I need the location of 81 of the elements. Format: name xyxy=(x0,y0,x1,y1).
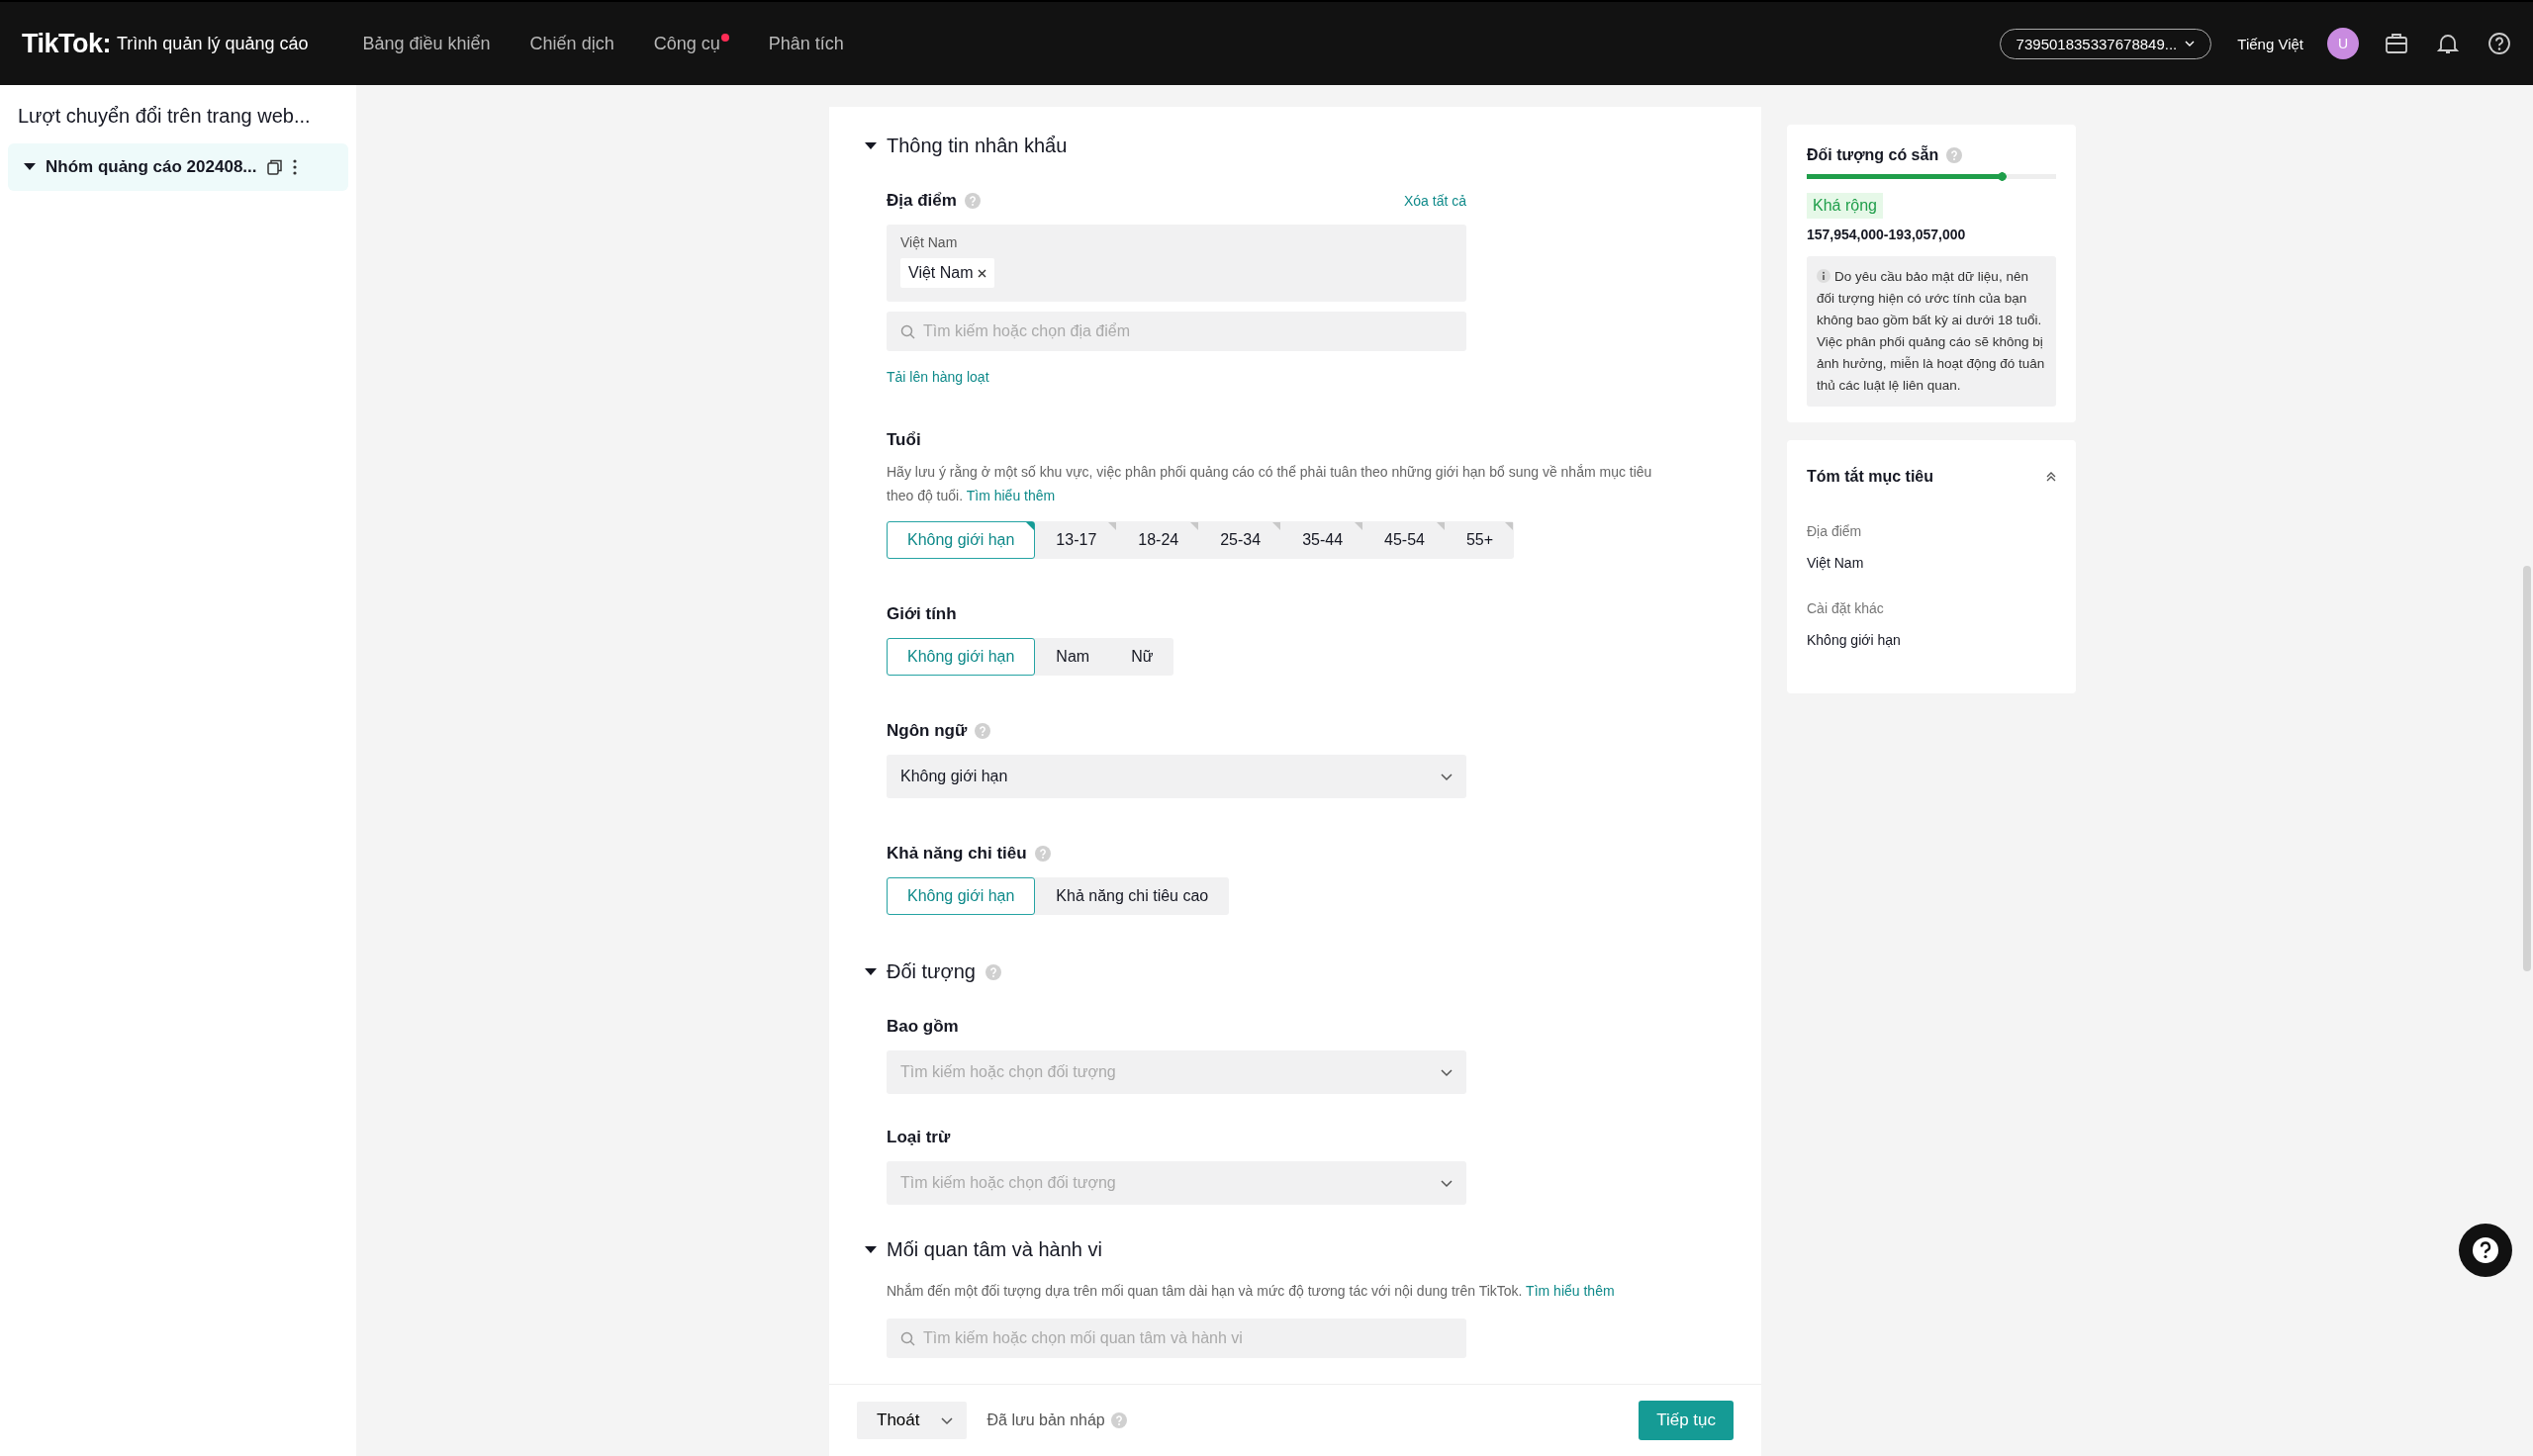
search-icon xyxy=(900,323,915,339)
option-button[interactable]: 18-24 xyxy=(1117,521,1200,559)
field-label: Khả năng chi tiêu xyxy=(887,844,1027,864)
language-select[interactable]: Không giới hạn xyxy=(887,755,1466,798)
help-icon xyxy=(1946,147,1963,163)
field-label: Giới tính xyxy=(887,604,957,624)
product-name: Trình quản lý quảng cáo xyxy=(117,33,309,54)
bulk-upload-link[interactable]: Tải lên hàng loạt xyxy=(887,369,1726,385)
help-icon xyxy=(1110,1412,1127,1428)
chevron-down-icon xyxy=(2185,40,2196,47)
language-selector[interactable]: Tiếng Việt xyxy=(2237,35,2303,52)
summary-label: Cài đặt khác xyxy=(1807,600,1885,616)
learn-more-link[interactable]: Tìm hiểu thêm xyxy=(1526,1283,1615,1299)
option-button[interactable]: Không giới hạn xyxy=(887,521,1036,559)
close-icon xyxy=(977,268,986,278)
field-label: Loại trừ xyxy=(887,1128,951,1147)
section-title: Đối tượng xyxy=(887,960,976,983)
selected-locations-box: Việt Nam Việt Nam xyxy=(887,225,1466,302)
search-icon xyxy=(900,1330,915,1346)
field-label: Địa điểm xyxy=(887,191,957,211)
ad-group-item[interactable]: Nhóm quảng cáo 202408... xyxy=(8,143,348,191)
chevron-down-icon xyxy=(1441,1067,1453,1077)
option-button[interactable]: 45-54 xyxy=(1363,521,1446,559)
summary-value: Việt Nam xyxy=(1807,555,1865,571)
learn-more-link[interactable]: Tìm hiểu thêm xyxy=(966,488,1056,503)
card-title: Tóm tắt mục tiêu xyxy=(1807,468,1933,486)
corner-mark-icon xyxy=(1436,522,1445,530)
more-icon xyxy=(292,159,297,175)
option-button[interactable]: 13-17 xyxy=(1035,521,1118,559)
option-button[interactable]: Khả năng chi tiêu cao xyxy=(1035,877,1230,915)
option-button[interactable]: Không giới hạn xyxy=(887,638,1036,676)
interests-note: Nhắm đến một đối tượng dựa trên mối quan tâm dài hạn và mức độ tương tác với nội dung trên TikTok. Tìm hiểu thêm xyxy=(887,1282,1616,1301)
corner-mark-icon xyxy=(1505,522,1514,530)
chevron-down-icon xyxy=(1441,772,1453,781)
bell-icon xyxy=(2436,32,2460,55)
age-note: Hãy lưu ý rằng ở một số khu vực, việc phân phối quảng cáo có thể phải tuân theo những giới hạn bổ sung về nhắm mục tiêu theo độ tuổi. Tìm hiểu thêm xyxy=(887,463,1653,505)
clear-all-link[interactable]: Xóa tất cả xyxy=(1403,193,1466,209)
nav-item[interactable]: Công cụ xyxy=(653,33,729,54)
campaign-title: Lượt chuyển đổi trên trang web... xyxy=(17,104,312,129)
nav-item[interactable]: Phân tích xyxy=(768,33,844,54)
field-label: Ngôn ngữ xyxy=(887,721,968,741)
summary-value: Không giới hạn xyxy=(1807,632,1902,648)
summary-label: Địa điểm xyxy=(1807,523,1863,539)
collapse-icon[interactable] xyxy=(2046,471,2056,483)
field-label: Tuổi xyxy=(887,430,921,450)
corner-mark-icon xyxy=(1108,522,1117,530)
status-badge: Khá rộng xyxy=(1807,193,1883,219)
copy-icon xyxy=(266,159,283,175)
help-icon xyxy=(1034,846,1051,862)
briefcase-icon xyxy=(2385,32,2408,55)
option-button[interactable]: 55+ xyxy=(1445,521,1515,559)
corner-mark-icon xyxy=(1190,522,1199,530)
option-button[interactable]: 35-44 xyxy=(1281,521,1364,559)
chevron-down-icon xyxy=(941,1415,954,1425)
exit-dropdown[interactable]: Thoát xyxy=(857,1402,968,1439)
help-button-icon[interactable] xyxy=(2458,1223,2513,1278)
audience-range: 157,954,000-193,057,000 xyxy=(1807,227,1967,242)
corner-mark-icon xyxy=(1026,522,1035,530)
option-button[interactable]: Không giới hạn xyxy=(887,877,1036,915)
card-title: Đối tượng có sẵn xyxy=(1807,146,1939,164)
corner-mark-icon xyxy=(1272,522,1281,530)
option-button[interactable]: Nữ xyxy=(1110,638,1174,676)
privacy-notice: Do yêu cầu bảo mật dữ liệu, nên đối tượng hiện có ước tính của bạn không bao gồm bất kỳ ai dưới 18 tuổi. Việc phân phối quảng cáo sẽ không bị ảnh hưởng, miễn là hoạt động đó tuân thủ các luật lệ liên quan. xyxy=(1807,256,2056,407)
option-button[interactable]: 25-34 xyxy=(1199,521,1282,559)
nav-item[interactable]: Chiến dịch xyxy=(529,33,614,54)
scrollbar[interactable] xyxy=(2523,566,2531,971)
section-title: Mối quan tâm và hành vi xyxy=(887,1238,1102,1261)
corner-mark-icon xyxy=(1355,522,1363,530)
draft-saved-text: Đã lưu bản nháp xyxy=(986,1411,1105,1429)
option-button[interactable]: Nam xyxy=(1035,638,1111,676)
nav-item[interactable]: Bảng điều khiển xyxy=(362,33,491,54)
help-icon xyxy=(985,963,1001,980)
location-tag[interactable]: Việt Nam xyxy=(900,258,994,288)
help-icon xyxy=(964,193,981,209)
help-icon xyxy=(975,723,991,739)
chevron-down-icon xyxy=(1441,1178,1453,1188)
info-icon xyxy=(1817,269,1830,283)
section-title: Thông tin nhân khẩu xyxy=(887,135,1068,157)
help-icon xyxy=(2487,32,2511,55)
field-label: Bao gồm xyxy=(887,1017,959,1037)
tiktok-logo[interactable]: TikTok: xyxy=(22,28,111,59)
